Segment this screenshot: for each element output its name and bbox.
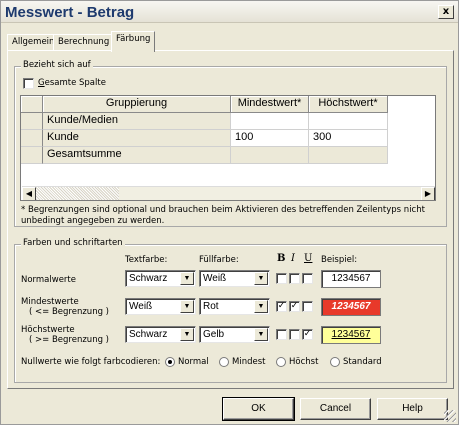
max-values-sublabel: ( >= Begrenzung )	[29, 335, 109, 345]
resize-grip-icon[interactable]	[444, 410, 456, 422]
tab-faerbung[interactable]: Färbung	[111, 31, 156, 52]
chevron-down-icon: ▼	[180, 272, 194, 285]
normal-bold-checkbox[interactable]	[276, 273, 287, 284]
max-italic-checkbox[interactable]	[289, 329, 300, 340]
dialog-window: Messwert - Betrag x Allgemein Berechnung…	[0, 0, 459, 425]
example-header: Beispiel:	[321, 255, 358, 265]
chevron-down-icon: ▼	[254, 300, 268, 313]
help-button[interactable]: Help	[377, 398, 448, 420]
min-values-label: Mindestwerte	[21, 297, 79, 307]
close-button[interactable]: x	[438, 5, 454, 19]
table-cell-max[interactable]: 300	[309, 130, 388, 147]
min-bold-checkbox[interactable]: ✓	[276, 301, 287, 312]
whole-column-checkbox[interactable]	[23, 78, 34, 89]
null-normal-label[interactable]: Normal	[178, 357, 209, 367]
scroll-thumb[interactable]	[36, 187, 119, 200]
normal-italic-checkbox[interactable]	[289, 273, 300, 284]
min-text-color-select[interactable]: Weiß ▼	[125, 298, 196, 315]
applies-to-group: Bezieht sich auf Gesamte Spalte Gruppier…	[14, 60, 447, 227]
min-italic-checkbox[interactable]: ✓	[289, 301, 300, 312]
scroll-right-icon[interactable]: ▶	[421, 187, 435, 200]
table-cell-min[interactable]: 100	[231, 130, 309, 147]
scroll-left-icon[interactable]: ◀	[22, 187, 36, 200]
fill-color-header: Füllfarbe:	[199, 255, 239, 265]
table-cell-min[interactable]	[231, 147, 309, 164]
table-cell-max[interactable]	[309, 147, 388, 164]
whole-column-label: Gesamte Spalte	[38, 78, 106, 88]
chevron-down-icon: ▼	[180, 300, 194, 313]
null-values-label: Nullwerte wie folgt farbcodieren:	[21, 357, 161, 367]
ok-button[interactable]: OK	[222, 397, 295, 421]
column-header-grouping[interactable]: Gruppierung	[43, 96, 231, 113]
max-values-label: Höchstwerte	[21, 325, 75, 335]
colors-fonts-group: Farben und schriftarten Textfarbe: Füllf…	[14, 238, 447, 383]
grouping-table: Gruppierung Mindestwert* Höchstwert* Kun…	[20, 95, 436, 201]
horizontal-scrollbar[interactable]: ◀ ▶	[22, 186, 435, 200]
null-min-label[interactable]: Mindest	[232, 357, 265, 367]
title-bar[interactable]: Messwert - Betrag x	[1, 1, 458, 23]
max-sample: 1234567	[321, 326, 381, 344]
max-fill-color-select[interactable]: Gelb ▼	[199, 326, 270, 343]
table-cell-group: Kunde/Medien	[43, 113, 231, 130]
max-underline-checkbox[interactable]: ✓	[302, 329, 313, 340]
null-max-radio[interactable]	[276, 357, 286, 367]
table-cell-min[interactable]	[231, 113, 309, 130]
tab-panel-faerbung: Bezieht sich auf Gesamte Spalte Gruppier…	[7, 50, 454, 389]
max-text-color-select[interactable]: Schwarz ▼	[125, 326, 196, 343]
normal-values-label: Normalwerte	[21, 275, 76, 285]
underline-header: U	[304, 253, 313, 264]
null-max-label[interactable]: Höchst	[289, 357, 318, 367]
text-color-header: Textfarbe:	[125, 255, 168, 265]
null-standard-radio[interactable]	[330, 357, 340, 367]
column-header-min[interactable]: Mindestwert*	[231, 96, 309, 113]
row-selector[interactable]	[21, 147, 43, 164]
max-bold-checkbox[interactable]	[276, 329, 287, 340]
row-selector[interactable]	[21, 130, 43, 147]
chevron-down-icon: ▼	[180, 328, 194, 341]
null-standard-label[interactable]: Standard	[343, 357, 382, 367]
optional-limits-note: * Begrenzungen sind optional und brauche…	[21, 205, 425, 226]
window-title: Messwert - Betrag	[5, 4, 135, 21]
cancel-button[interactable]: Cancel	[300, 398, 371, 420]
min-fill-color-select[interactable]: Rot ▼	[199, 298, 270, 315]
min-sample: 1234567	[321, 298, 381, 316]
row-selector[interactable]	[21, 113, 43, 130]
min-values-sublabel: ( <= Begrenzung )	[29, 307, 109, 317]
table-cell-max[interactable]	[309, 113, 388, 130]
normal-fill-color-select[interactable]: Weiß ▼	[199, 270, 270, 287]
table-cell-group: Kunde	[43, 130, 231, 147]
colors-legend: Farben und schriftarten	[21, 238, 125, 248]
normal-text-color-select[interactable]: Schwarz ▼	[125, 270, 196, 287]
normal-sample: 1234567	[321, 270, 381, 288]
tab-berechnung[interactable]: Berechnung	[53, 34, 115, 51]
null-normal-radio[interactable]	[165, 357, 175, 367]
tab-allgemein[interactable]: Allgemein	[7, 34, 60, 51]
column-header-max[interactable]: Höchstwert*	[309, 96, 388, 113]
applies-legend: Bezieht sich auf	[21, 60, 93, 70]
italic-header: I	[291, 253, 295, 264]
bold-header: B	[277, 253, 286, 264]
table-corner	[21, 96, 43, 113]
table-cell-group: Gesamtsumme	[43, 147, 231, 164]
chevron-down-icon: ▼	[254, 328, 268, 341]
null-min-radio[interactable]	[219, 357, 229, 367]
chevron-down-icon: ▼	[254, 272, 268, 285]
normal-underline-checkbox[interactable]	[302, 273, 313, 284]
min-underline-checkbox[interactable]	[302, 301, 313, 312]
